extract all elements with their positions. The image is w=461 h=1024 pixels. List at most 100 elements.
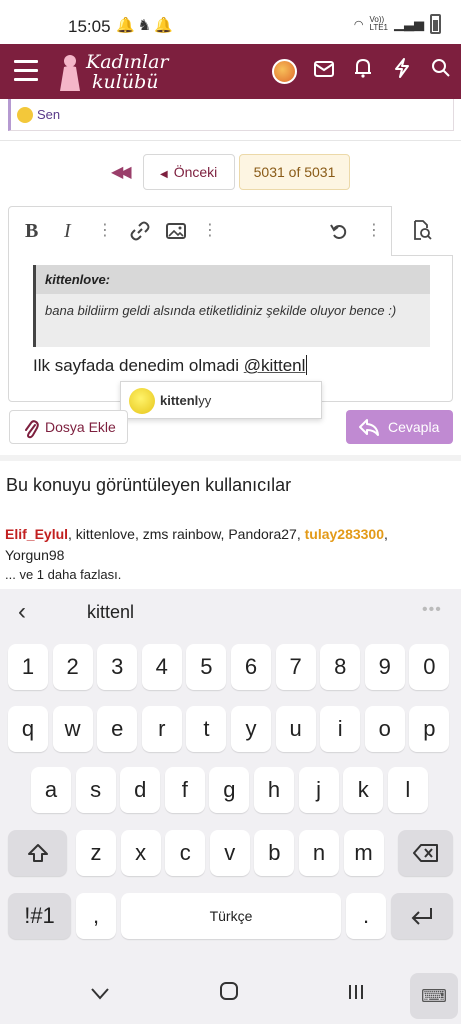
key-n[interactable]: n: [299, 830, 339, 876]
recents-nav-icon[interactable]: [347, 981, 365, 1007]
key-1[interactable]: 1: [8, 644, 48, 690]
key-l[interactable]: l: [387, 767, 428, 813]
status-bar: 15:05 🔔♞🔔 ◠ Vo)) LTE1 ▁▃▅: [0, 0, 461, 44]
key-w[interactable]: w: [52, 706, 93, 752]
menu-icon[interactable]: [14, 60, 38, 82]
shift-key[interactable]: [8, 830, 67, 876]
reply-button[interactable]: Cevapla: [346, 410, 453, 444]
key-8[interactable]: 8: [320, 644, 361, 690]
italic-icon[interactable]: I: [64, 219, 71, 243]
keyboard-suggestion-bar: ‹ kittenl •••: [0, 589, 461, 637]
key-x[interactable]: x: [120, 830, 161, 876]
key-q[interactable]: q: [8, 706, 48, 752]
back-nav-icon[interactable]: [90, 981, 110, 1007]
status-time: 15:05: [68, 17, 111, 36]
link-icon[interactable]: [130, 219, 150, 243]
period-key[interactable]: .: [346, 893, 386, 939]
viewer-names[interactable]: , kittenlove, zms rainbow, Pandora27,: [68, 526, 305, 542]
preview-icon: [414, 220, 432, 240]
section-divider: [0, 455, 461, 461]
keyboard-toggle-icon[interactable]: ⌨: [410, 973, 458, 1019]
key-5[interactable]: 5: [186, 644, 227, 690]
more-dots-icon[interactable]: ⋮: [202, 219, 218, 243]
key-i[interactable]: i: [320, 706, 361, 752]
key-c[interactable]: c: [165, 830, 206, 876]
enter-icon: [411, 908, 432, 925]
logo-line1: Kadınlar: [86, 51, 169, 73]
key-0[interactable]: 0: [409, 644, 450, 690]
current-page-indicator[interactable]: 5031 of 5031: [239, 154, 350, 190]
key-p[interactable]: p: [409, 706, 450, 752]
key-k[interactable]: k: [343, 767, 384, 813]
mention-suggestion[interactable]: kittenlyy: [120, 381, 322, 419]
symbols-key[interactable]: !#1: [8, 893, 71, 939]
more-dots-icon[interactable]: ⋮: [97, 219, 113, 243]
key-7[interactable]: 7: [275, 644, 316, 690]
viewer-link[interactable]: Yorgun98: [5, 547, 64, 563]
suggestion-word[interactable]: kittenl: [87, 602, 134, 623]
logo-figure-icon: [60, 55, 80, 91]
image-icon[interactable]: [166, 219, 186, 243]
mention-text: @kittenl: [243, 356, 306, 375]
user-avatar[interactable]: [272, 59, 297, 84]
key-h[interactable]: h: [254, 767, 294, 813]
status-right: ◠ Vo)) LTE1 ▁▃▅: [354, 14, 441, 34]
key-y[interactable]: y: [231, 706, 271, 752]
backspace-key[interactable]: [398, 830, 453, 876]
chevron-left-icon: ◀: [160, 169, 168, 180]
bell-icon[interactable]: [351, 58, 375, 84]
home-nav-icon[interactable]: [219, 981, 239, 1007]
reply-editor[interactable]: B I ⋮ ⋮ ⋮ kittenlove: bana bildiirm geld…: [8, 206, 453, 402]
site-logo[interactable]: Kadınlar kulübü: [58, 49, 173, 95]
more-dots-icon[interactable]: ⋮: [366, 219, 382, 243]
bold-icon[interactable]: B: [25, 219, 38, 243]
bolt-icon[interactable]: [390, 58, 414, 84]
prev-page-button[interactable]: ◀ Önceki: [143, 154, 235, 190]
key-f[interactable]: f: [164, 767, 205, 813]
key-j[interactable]: j: [298, 767, 339, 813]
attach-file-button[interactable]: Dosya Ekle: [9, 410, 128, 444]
space-key[interactable]: Türkçe: [121, 893, 341, 939]
key-b[interactable]: b: [254, 830, 295, 876]
key-s[interactable]: s: [75, 767, 116, 813]
reply-arrow-icon: [358, 410, 380, 448]
first-page-icon[interactable]: ◀◀: [111, 162, 132, 182]
key-u[interactable]: u: [275, 706, 316, 752]
enter-key[interactable]: [391, 893, 453, 939]
app-header: Kadınlar kulübü: [0, 44, 461, 99]
undo-icon[interactable]: [329, 219, 349, 243]
key-m[interactable]: m: [343, 830, 384, 876]
reactions-bar[interactable]: Sen: [8, 99, 454, 131]
key-v[interactable]: v: [209, 830, 250, 876]
key-4[interactable]: 4: [141, 644, 182, 690]
key-g[interactable]: g: [209, 767, 250, 813]
more-icon[interactable]: •••: [422, 601, 442, 619]
key-2[interactable]: 2: [52, 644, 93, 690]
quote-text: bana bildiirm geldi alsında etiketlidini…: [45, 303, 397, 318]
key-d[interactable]: d: [120, 767, 161, 813]
key-r[interactable]: r: [141, 706, 182, 752]
key-a[interactable]: a: [31, 767, 71, 813]
reaction-users[interactable]: Sen: [37, 107, 60, 122]
key-9[interactable]: 9: [364, 644, 405, 690]
message-text[interactable]: Ilk sayfada denedim olmadi @kittenl: [33, 355, 308, 376]
viewer-link[interactable]: tulay283300: [305, 526, 384, 542]
search-icon[interactable]: [429, 58, 453, 84]
viewer-link[interactable]: Elif_Eylul: [5, 526, 68, 542]
comma-key[interactable]: ,: [76, 893, 116, 939]
chevron-left-icon[interactable]: ‹: [18, 598, 26, 626]
inbox-icon[interactable]: [312, 58, 336, 84]
key-t[interactable]: t: [186, 706, 227, 752]
signal-icon: ▁▃▅: [394, 16, 424, 31]
key-o[interactable]: o: [364, 706, 405, 752]
preview-button[interactable]: [391, 206, 453, 256]
viewers-list: Elif_Eylul, kittenlove, zms rainbow, Pan…: [5, 524, 445, 566]
key-z[interactable]: z: [76, 830, 116, 876]
key-6[interactable]: 6: [231, 644, 271, 690]
attach-label: Dosya Ekle: [45, 419, 116, 435]
wifi-icon: ◠: [353, 18, 364, 31]
pagination: ◀◀ ◀ Önceki 5031 of 5031: [0, 152, 461, 192]
key-3[interactable]: 3: [97, 644, 138, 690]
key-e[interactable]: e: [97, 706, 138, 752]
quote-block: kittenlove: bana bildiirm geldi alsında …: [33, 265, 430, 347]
